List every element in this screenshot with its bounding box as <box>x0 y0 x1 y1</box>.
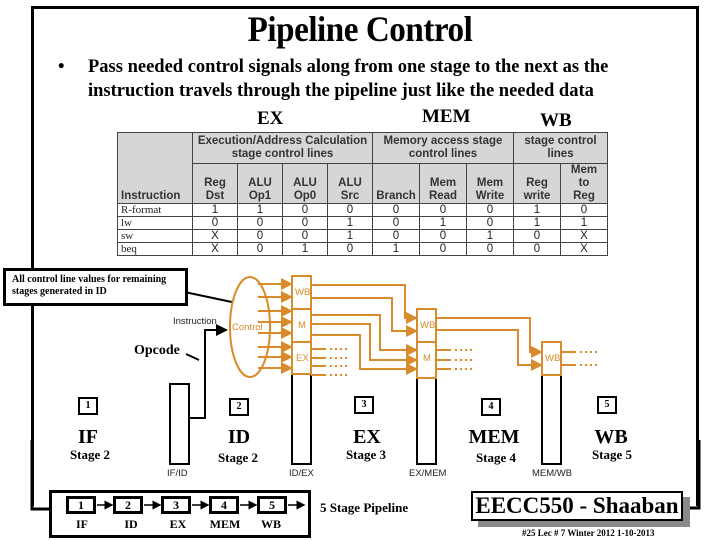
legend-label-if: IF <box>76 517 88 531</box>
pipeline-legend-arrows <box>97 500 306 510</box>
legend-box-3: 3 <box>161 496 191 514</box>
pipeline-legend-label: 5 Stage Pipeline <box>320 500 409 515</box>
legend-box-2: 2 <box>113 496 143 514</box>
slide-footer: #25 Lec # 7 Winter 2012 1-10-2013 <box>522 528 655 538</box>
legend-box-1: 1 <box>66 496 96 514</box>
legend-label-id: ID <box>124 517 138 531</box>
legend-label-wb: WB <box>260 517 281 531</box>
legend-label-ex: EX <box>169 517 187 531</box>
legend-label-mem: MEM <box>209 517 241 531</box>
legend-box-4: 4 <box>209 496 239 514</box>
course-brand: EECC550 - Shaaban <box>471 491 683 521</box>
legend-box-5: 5 <box>257 496 287 514</box>
